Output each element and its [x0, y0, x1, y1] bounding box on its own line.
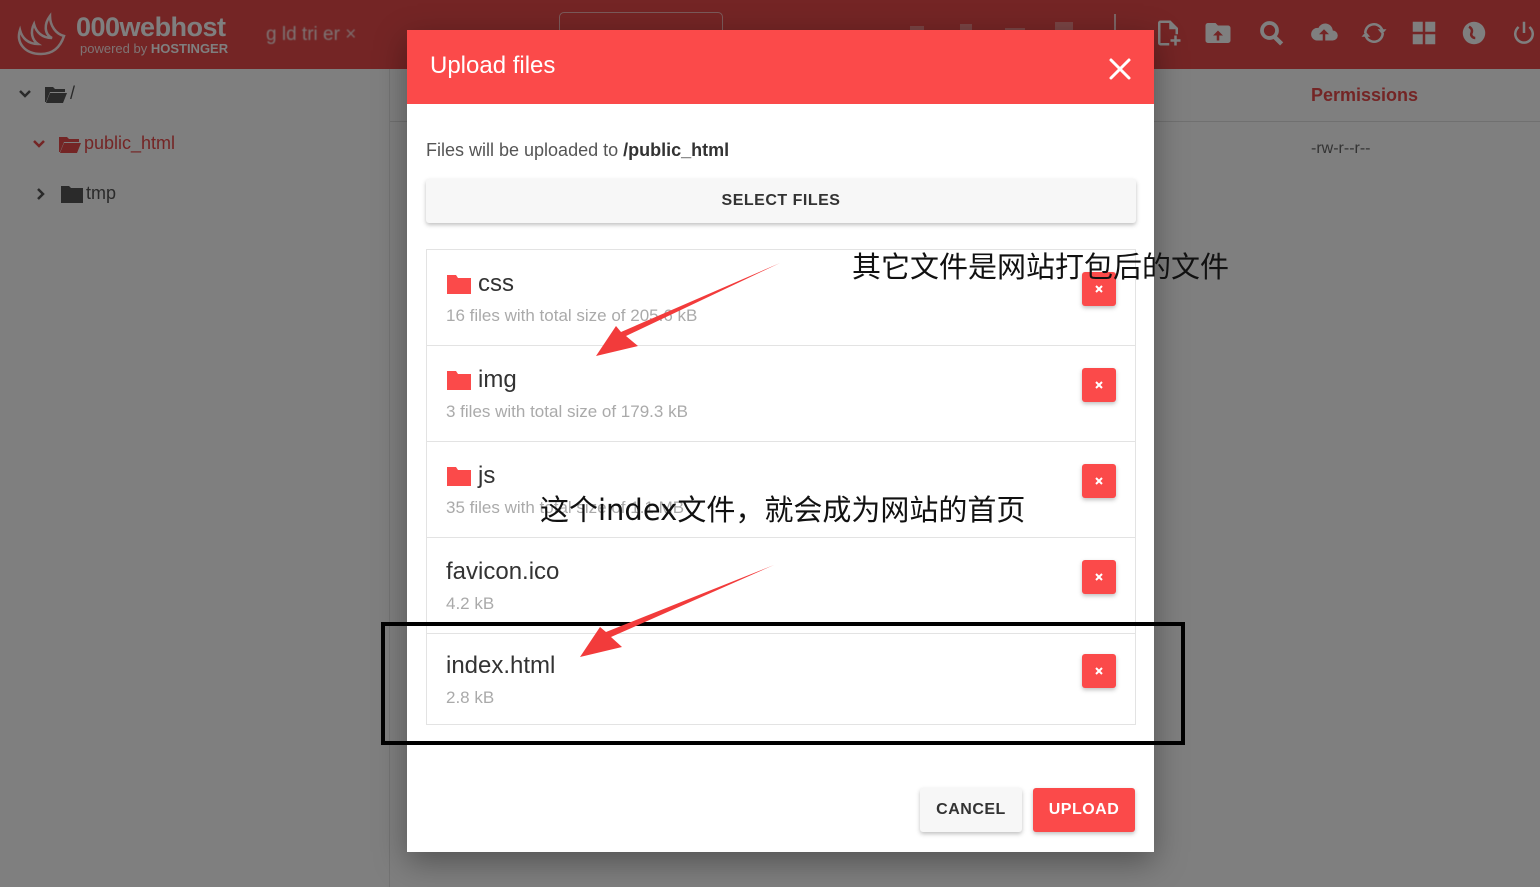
highlight-box	[381, 622, 1185, 745]
dialog-title: Upload files	[430, 52, 556, 79]
file-size: 3 files with total size of 179.3 kB	[446, 402, 688, 421]
file-item-favicon: favicon.ico 4.2 kB	[427, 538, 1135, 634]
folder-icon	[447, 467, 471, 486]
folder-icon	[447, 371, 471, 390]
destination-path: /public_html	[623, 140, 730, 160]
close-icon	[1095, 573, 1103, 581]
file-name: css	[478, 270, 514, 297]
folder-icon	[447, 275, 471, 294]
upload-destination: Files will be uploaded to /public_html	[426, 140, 730, 160]
close-icon[interactable]	[1105, 54, 1135, 84]
remove-file-button[interactable]	[1082, 560, 1116, 594]
dialog-header: Upload files	[407, 30, 1154, 104]
file-size: 4.2 kB	[446, 594, 495, 613]
remove-file-button[interactable]	[1082, 368, 1116, 402]
remove-file-button[interactable]	[1082, 464, 1116, 498]
annotation-note-index: 这个index文件，就会成为网站的首页	[540, 493, 1026, 527]
annotation-note-other-files: 其它文件是网站打包后的文件	[852, 250, 1230, 284]
close-icon	[1095, 477, 1103, 485]
file-name: favicon.ico	[446, 558, 560, 585]
file-size: 16 files with total size of 205.6 kB	[446, 306, 698, 325]
upload-button[interactable]: UPLOAD	[1033, 788, 1135, 832]
cancel-button[interactable]: CANCEL	[920, 788, 1022, 832]
file-name: img	[478, 366, 517, 393]
file-name: js	[478, 462, 496, 489]
select-files-button[interactable]: SELECT FILES	[426, 179, 1136, 223]
close-icon	[1095, 381, 1103, 389]
file-item-img: img 3 files with total size of 179.3 kB	[427, 346, 1135, 442]
